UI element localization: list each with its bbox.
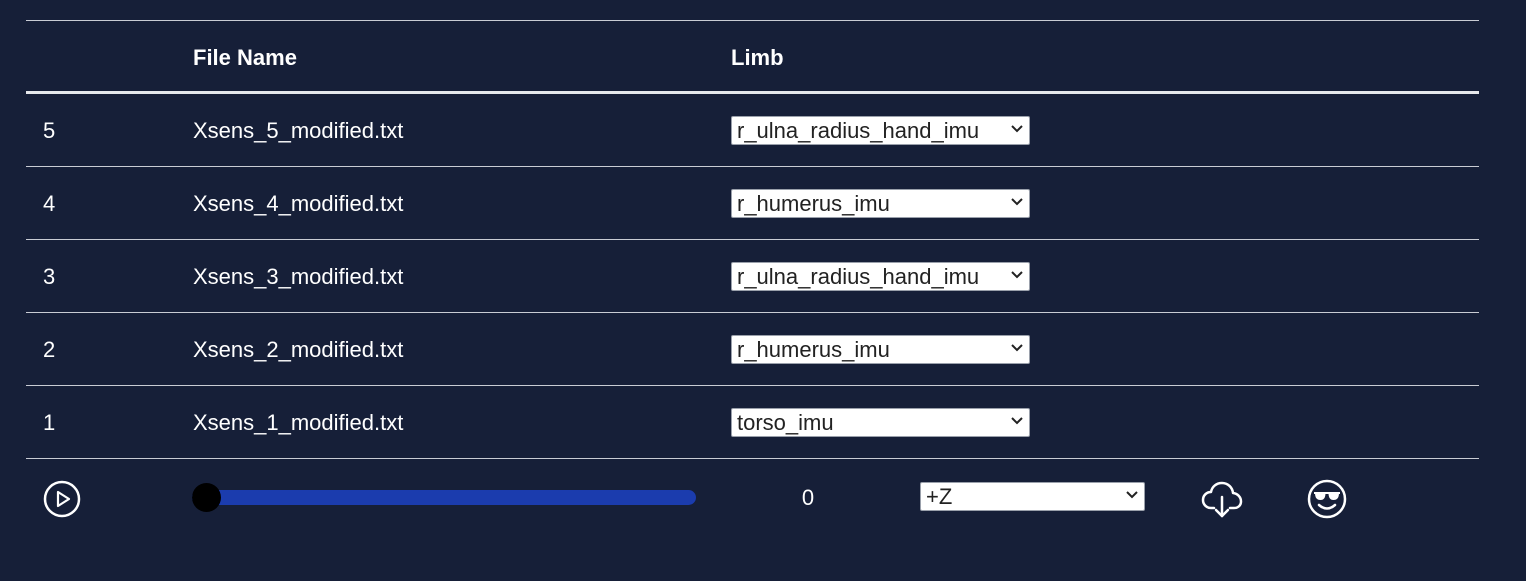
row-file-name: Xsens_1_modified.txt: [193, 410, 404, 435]
limb-select[interactable]: torso_imu: [731, 408, 1030, 437]
imu-file-mapper: File Name Limb 5 Xsens_5_modified.txt r_…: [0, 0, 1526, 581]
table-row: 1 Xsens_1_modified.txt torso_imu: [26, 386, 1479, 459]
play-button[interactable]: [43, 480, 81, 518]
limb-select-value: r_ulna_radius_hand_imu: [737, 118, 980, 143]
table-row: 3 Xsens_3_modified.txt r_ulna_radius_han…: [26, 240, 1479, 313]
row-file-name: Xsens_2_modified.txt: [193, 337, 404, 362]
limb-select[interactable]: r_humerus_imu: [731, 189, 1030, 218]
slider-thumb[interactable]: [192, 483, 221, 512]
frame-slider[interactable]: [192, 482, 696, 512]
sunglasses-face-icon: [1307, 479, 1347, 519]
frame-value: 0: [801, 485, 815, 510]
download-button[interactable]: [1201, 478, 1243, 520]
style-button[interactable]: [1306, 478, 1348, 520]
limb-select-value: r_humerus_imu: [737, 337, 890, 362]
row-file-name: Xsens_4_modified.txt: [193, 191, 404, 216]
table-header: File Name Limb: [26, 20, 1479, 94]
row-number: 1: [43, 410, 56, 435]
limb-select[interactable]: r_ulna_radius_hand_imu: [731, 116, 1030, 145]
chevron-down-icon: [1009, 409, 1025, 436]
row-number: 2: [43, 337, 56, 362]
table-row: 4 Xsens_4_modified.txt r_humerus_imu: [26, 167, 1479, 240]
cloud-download-icon: [1201, 481, 1243, 518]
axis-select[interactable]: +Z: [920, 482, 1145, 511]
chevron-down-icon: [1009, 336, 1025, 363]
playback-controls: 0 +Z: [26, 461, 1479, 533]
table-row: 5 Xsens_5_modified.txt r_ulna_radius_han…: [26, 94, 1479, 167]
row-file-name: Xsens_3_modified.txt: [193, 264, 404, 289]
chevron-down-icon: [1009, 263, 1025, 290]
row-number: 3: [43, 264, 56, 289]
header-limb: Limb: [731, 45, 784, 70]
limb-select-value: r_ulna_radius_hand_imu: [737, 264, 980, 289]
row-number: 5: [43, 118, 56, 143]
play-circle-icon: [43, 480, 81, 518]
limb-select-value: torso_imu: [737, 410, 834, 435]
row-number: 4: [43, 191, 56, 216]
header-file-name: File Name: [193, 45, 297, 70]
limb-select[interactable]: r_humerus_imu: [731, 335, 1030, 364]
slider-track: [192, 490, 696, 505]
limb-select-value: r_humerus_imu: [737, 191, 890, 216]
chevron-down-icon: [1009, 117, 1025, 144]
chevron-down-icon: [1009, 190, 1025, 217]
chevron-down-icon: [1124, 483, 1140, 510]
row-file-name: Xsens_5_modified.txt: [193, 118, 404, 143]
axis-select-value: +Z: [926, 484, 953, 509]
limb-select[interactable]: r_ulna_radius_hand_imu: [731, 262, 1030, 291]
table-row: 2 Xsens_2_modified.txt r_humerus_imu: [26, 313, 1479, 386]
file-limb-table: File Name Limb 5 Xsens_5_modified.txt r_…: [26, 20, 1479, 459]
